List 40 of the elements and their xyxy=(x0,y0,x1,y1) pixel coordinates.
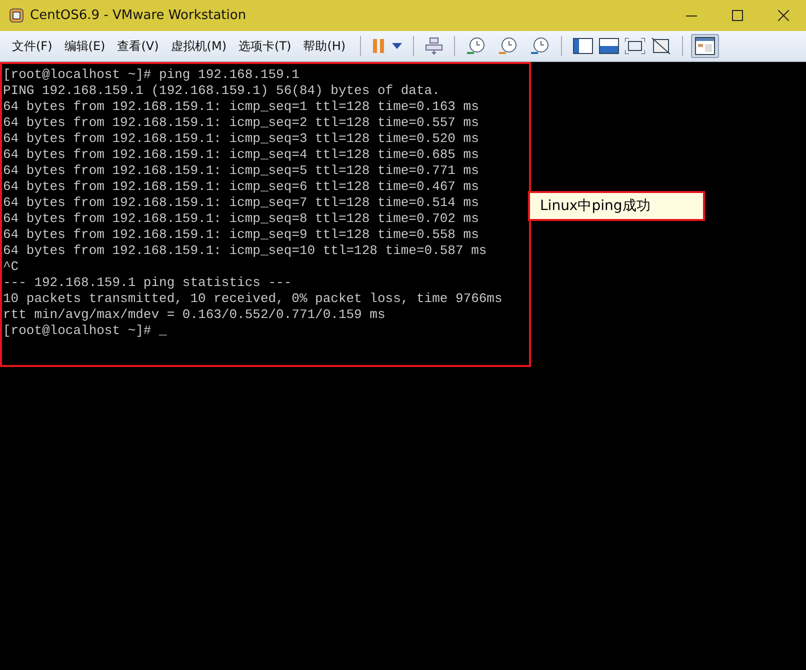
terminal-line: --- 192.168.159.1 ping statistics --- xyxy=(3,275,292,291)
library-button[interactable] xyxy=(690,34,719,58)
terminal-line: 64 bytes from 192.168.159.1: icmp_seq=7 ttl=128 time=0.514 ms xyxy=(3,195,479,211)
close-icon xyxy=(778,10,788,21)
terminal-line: 10 packets transmitted, 10 received, 0% packet loss, time 9766ms xyxy=(3,291,502,307)
menu-item[interactable]: 文件(F) xyxy=(6,34,58,58)
sidebar-view-icon xyxy=(572,38,593,54)
terminal-line: 64 bytes from 192.168.159.1: icmp_seq=3 ttl=128 time=0.520 ms xyxy=(3,131,479,147)
terminal-line: rtt min/avg/max/mdev = 0.163/0.552/0.771/0.159 ms xyxy=(3,307,386,323)
terminal-line: 64 bytes from 192.168.159.1: icmp_seq=5 ttl=128 time=0.771 ms xyxy=(3,163,479,179)
terminal-line: 64 bytes from 192.168.159.1: icmp_seq=2 ttl=128 time=0.557 ms xyxy=(3,115,479,131)
crossed-window-icon xyxy=(650,37,671,55)
console-view-icon xyxy=(598,38,619,54)
window-title: CentOS6.9 - VMware Workstation xyxy=(30,8,248,23)
app-logo-icon xyxy=(9,8,24,23)
maximize-icon xyxy=(732,10,742,21)
terminal-line: [root@localhost ~]# ping 192.168.159.1 xyxy=(3,67,300,83)
terminal-line: 64 bytes from 192.168.159.1: icmp_seq=4 ttl=128 time=0.685 ms xyxy=(3,147,479,163)
menu-item[interactable]: 虚拟机(M) xyxy=(164,34,233,58)
terminal-line: 64 bytes from 192.168.159.1: icmp_seq=1 ttl=128 time=0.163 ms xyxy=(3,99,479,115)
pause-icon xyxy=(372,38,386,54)
terminal-line: 64 bytes from 192.168.159.1: icmp_seq=6 ttl=128 time=0.467 ms xyxy=(3,179,479,195)
menu-item[interactable]: 查看(V) xyxy=(111,34,165,58)
caret-icon xyxy=(392,43,402,49)
terminal-line: 64 bytes from 192.168.159.1: icmp_seq=9 ttl=128 time=0.558 ms xyxy=(3,227,479,243)
terminal-line: ^C xyxy=(3,259,19,275)
terminal-line: 64 bytes from 192.168.159.1: icmp_seq=10 ttl=128 time=0.587 ms xyxy=(3,243,487,259)
menu-item[interactable]: 编辑(E) xyxy=(58,34,112,58)
terminal-line: PING 192.168.159.1 (192.168.159.1) 56(84) bytes of data. xyxy=(3,83,440,99)
clock-icon xyxy=(498,36,518,56)
terminal-line: 64 bytes from 192.168.159.1: icmp_seq=8 ttl=128 time=0.702 ms xyxy=(3,211,479,227)
window-icon xyxy=(694,37,715,55)
terminal-line: [root@localhost ~]# _ xyxy=(3,323,167,339)
fullscreen-icon xyxy=(624,38,645,54)
network-icon xyxy=(424,37,443,55)
clock-icon xyxy=(530,36,550,56)
callout-label: Linux中ping成功 xyxy=(528,191,705,221)
menu-item[interactable]: 选项卡(T) xyxy=(232,34,298,58)
clock-icon xyxy=(466,36,486,56)
menu-item[interactable]: 帮助(H) xyxy=(297,34,352,58)
